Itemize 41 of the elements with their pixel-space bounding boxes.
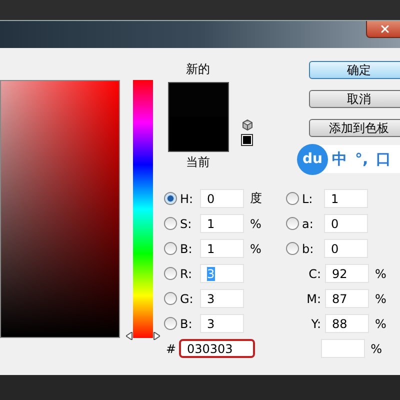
unit-label: % bbox=[375, 266, 386, 280]
field-label: # bbox=[164, 342, 176, 356]
value-field[interactable]: 92 bbox=[325, 264, 369, 283]
dialog-button[interactable]: 添加到色板 bbox=[309, 119, 400, 137]
field-label: b: bbox=[301, 242, 315, 256]
field-label: a: bbox=[301, 216, 314, 230]
field-label: G: bbox=[179, 292, 194, 306]
field-label: B: bbox=[179, 242, 194, 256]
value-field[interactable]: 3 bbox=[200, 314, 244, 333]
value-field[interactable]: 88 bbox=[325, 314, 369, 333]
field-label: H: bbox=[179, 192, 194, 206]
ime-item[interactable]: °, bbox=[355, 150, 368, 168]
field-label: C: bbox=[308, 266, 321, 280]
dialog-button[interactable]: 确定 bbox=[309, 61, 400, 79]
unit-label: % bbox=[375, 316, 386, 330]
value-field[interactable]: 87 bbox=[325, 289, 369, 308]
ime-item[interactable]: 口 bbox=[376, 150, 392, 168]
field-label: Y: bbox=[310, 316, 321, 330]
unit-label: % bbox=[250, 242, 262, 256]
dialog-button[interactable]: 取消 bbox=[309, 90, 400, 108]
value-field[interactable]: 0 bbox=[324, 214, 368, 233]
field-label: L: bbox=[301, 192, 314, 206]
unit-label: 度 bbox=[250, 190, 262, 207]
ime-logo[interactable]: du bbox=[297, 144, 328, 174]
unit-label: % bbox=[250, 216, 262, 230]
value-field[interactable]: 1 bbox=[200, 239, 244, 258]
field-label: M: bbox=[306, 292, 321, 306]
field-label: S: bbox=[179, 216, 193, 230]
value-field[interactable]: 3 bbox=[200, 289, 244, 308]
value-field[interactable]: 0 bbox=[324, 239, 368, 258]
value-field[interactable]: 1 bbox=[324, 189, 368, 208]
unit-label: % bbox=[375, 292, 386, 306]
value-field[interactable]: 1 bbox=[200, 214, 244, 233]
value-field[interactable]: 0 bbox=[200, 189, 244, 208]
new-label: 新的 bbox=[186, 61, 210, 77]
field-label: R: bbox=[179, 266, 194, 280]
hex-field[interactable]: 030303 bbox=[179, 339, 255, 358]
ime-item[interactable]: 中 bbox=[332, 150, 347, 168]
current-label: 当前 bbox=[186, 154, 210, 170]
field-label: B: bbox=[179, 316, 194, 330]
unit-label: % bbox=[370, 342, 382, 356]
